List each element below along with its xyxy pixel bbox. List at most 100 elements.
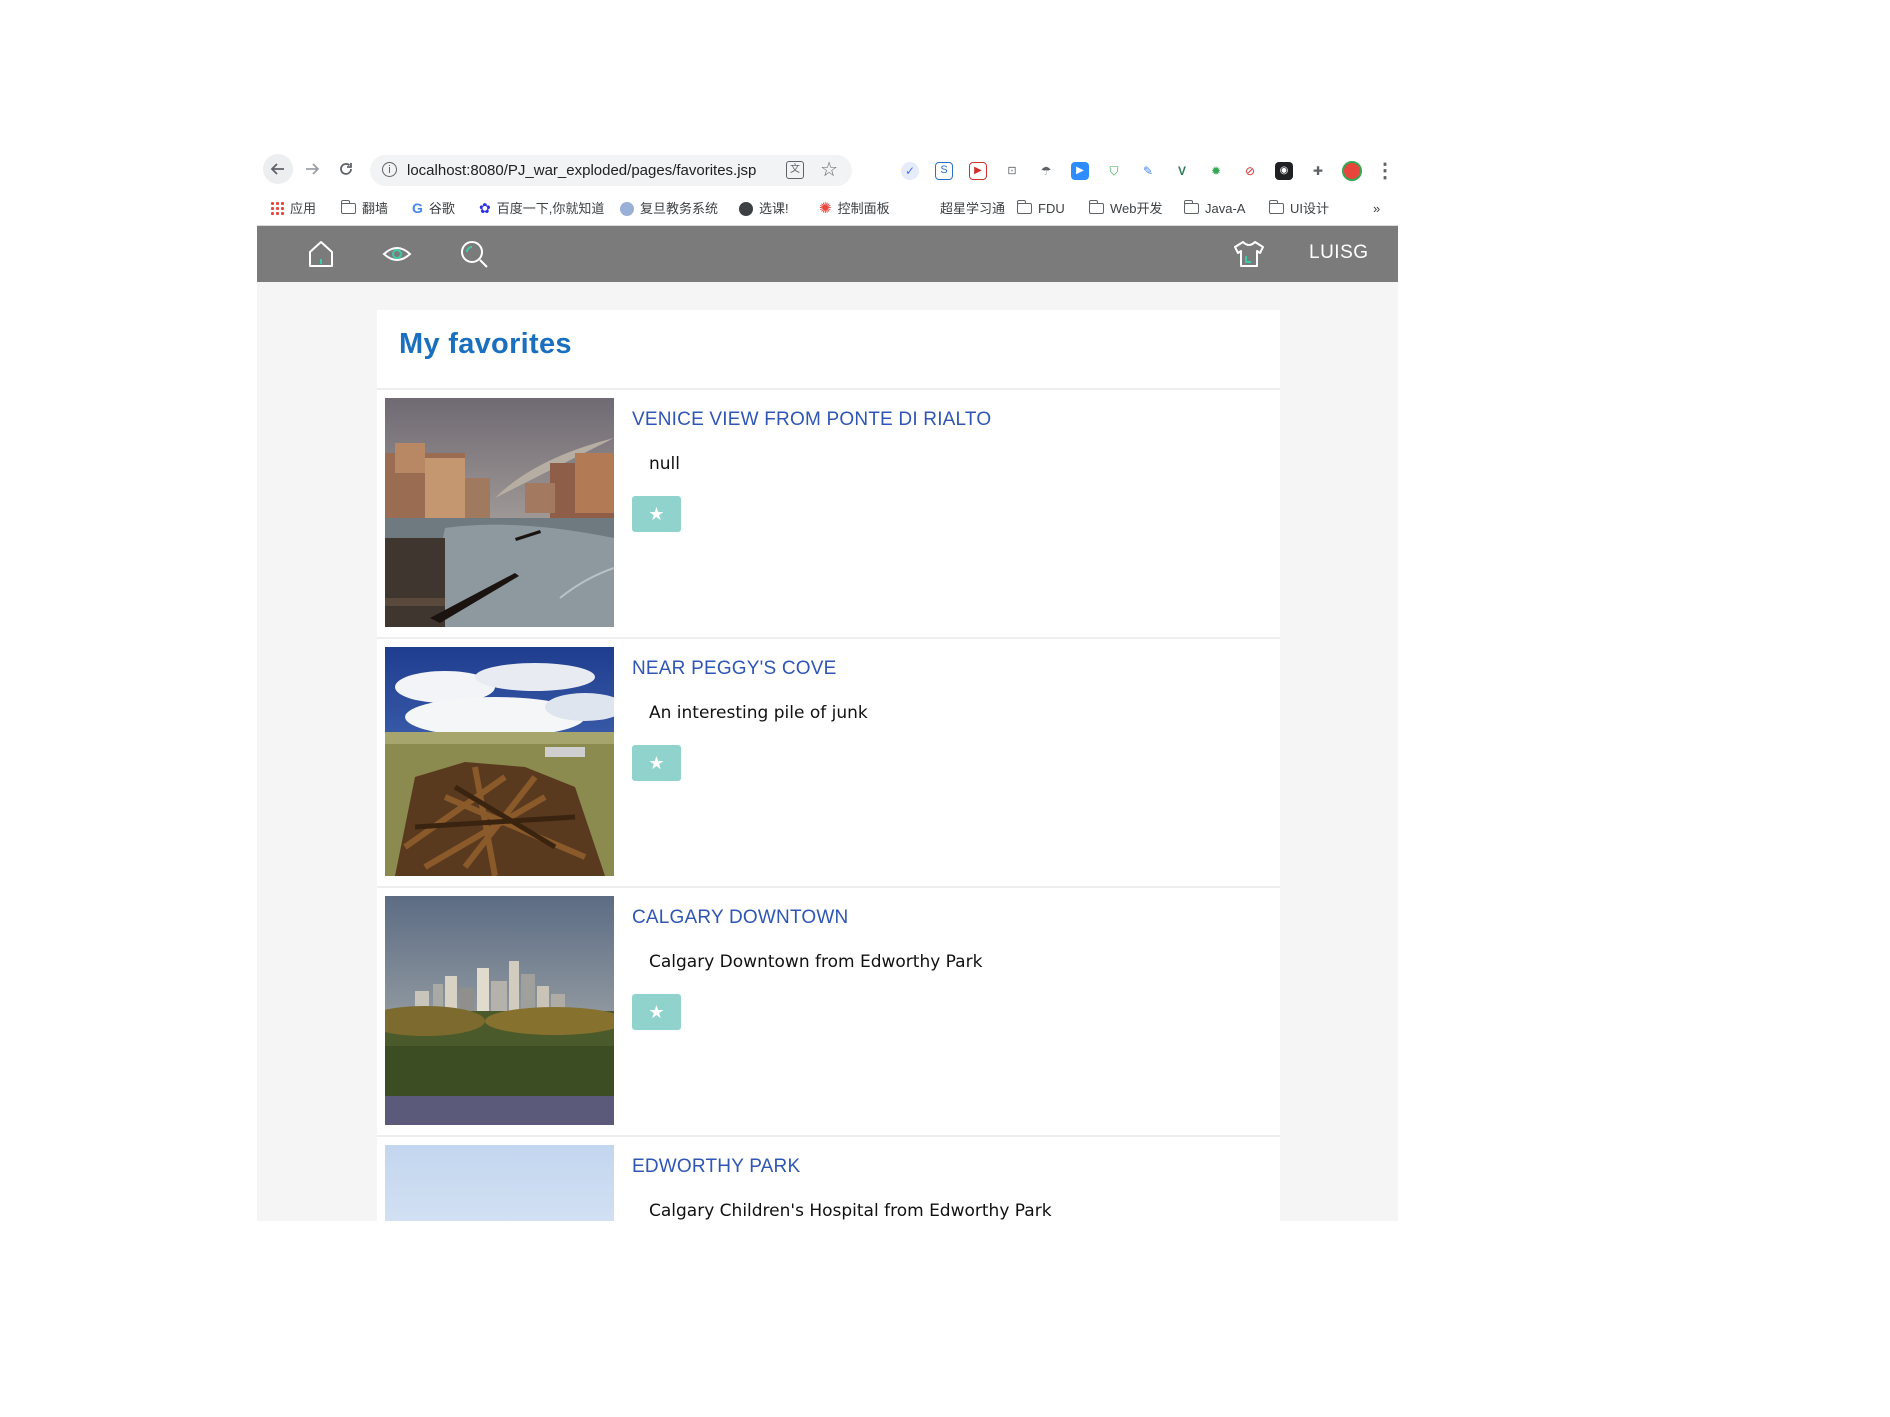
arrow-right-icon (306, 163, 320, 175)
favorite-title-link[interactable]: NEAR PEGGY'S COVE (632, 658, 836, 680)
folder-icon (1016, 200, 1032, 214)
reload-button[interactable] (331, 154, 361, 184)
profile-avatar[interactable] (1342, 161, 1362, 181)
extension-4-icon[interactable]: ⊡ (1003, 162, 1021, 180)
folder-icon (1183, 200, 1199, 214)
favorite-item: VENICE VIEW FROM PONTE DI RIALTO null ★ (377, 390, 1280, 639)
bookmark-label: 应用 (290, 201, 317, 216)
extension-5-icon[interactable]: ☂ (1037, 162, 1055, 180)
zoom-extension-icon[interactable]: ▶ (1071, 162, 1089, 180)
junk-pile-photo (385, 647, 614, 876)
address-bar[interactable]: i localhost:8080/PJ_war_exploded/pages/f… (370, 155, 852, 186)
folder-icon (340, 200, 356, 214)
home-icon[interactable] (306, 239, 336, 269)
bookmark-fdu[interactable]: FDU (1016, 192, 1065, 225)
bookmark-fudan[interactable]: 复旦教务系统 (620, 192, 718, 225)
favorite-title-link[interactable]: EDWORTHY PARK (632, 1156, 800, 1178)
bookmark-label: 控制面板 (837, 201, 890, 216)
bookmark-java-a[interactable]: Java-A (1183, 192, 1246, 225)
bookmark-label: Web开发 (1110, 201, 1163, 216)
unfavorite-button[interactable]: ★ (632, 994, 681, 1030)
globe-icon (739, 201, 753, 216)
site-navbar: LUISG (257, 226, 1398, 282)
bookmark-apps[interactable]: 应用 (271, 192, 316, 225)
favorite-description: null (649, 454, 680, 474)
user-name-link[interactable]: LUISG (1309, 226, 1369, 280)
url-text[interactable]: localhost:8080/PJ_war_exploded/pages/fav… (407, 155, 756, 186)
forward-button[interactable] (297, 154, 327, 184)
reload-icon (340, 163, 352, 175)
favorite-item: EDWORTHY PARK Calgary Children's Hospita… (377, 1137, 1280, 1221)
bookmark-baidu[interactable]: ✿ 百度一下,你就知道 (479, 192, 604, 225)
favorite-title-link[interactable]: CALGARY DOWNTOWN (632, 907, 848, 929)
bookmark-chaoxing[interactable]: 超星学习通 (940, 192, 1005, 225)
favorite-thumbnail[interactable] (385, 1145, 614, 1221)
bookmark-web-dev[interactable]: Web开发 (1088, 192, 1163, 225)
venice-photo (385, 398, 614, 627)
favorite-item: CALGARY DOWNTOWN Calgary Downtown from E… (377, 888, 1280, 1137)
extension-3-icon[interactable]: ▶ (969, 162, 987, 180)
bookmarks-overflow-button[interactable]: » (1373, 192, 1380, 225)
eye-icon[interactable] (382, 239, 412, 269)
bookmark-xuanke[interactable]: 选课! (739, 192, 789, 225)
bookmarks-bar: 应用 翻墙 G 谷歌 ✿ 百度一下,你就知道 复旦教务系统 选课! ✺ 控制面板… (257, 192, 1398, 226)
favorites-panel: My favorites VENICE VIEW FROM PONTE DI R… (377, 310, 1280, 1221)
star-icon: ★ (648, 503, 665, 524)
page-title: My favorites (399, 328, 572, 360)
bookmark-label: 百度一下,你就知道 (496, 201, 605, 216)
google-icon: G (412, 200, 423, 216)
back-button[interactable] (263, 154, 293, 184)
favorite-thumbnail[interactable] (385, 896, 614, 1125)
favorite-description: Calgary Children's Hospital from Edworth… (649, 1201, 1052, 1221)
puzzle-extensions-icon[interactable]: ✚ (1309, 162, 1327, 180)
bookmark-label: 复旦教务系统 (640, 201, 719, 216)
unfavorite-button[interactable]: ★ (632, 496, 681, 532)
translate-icon[interactable]: 文 (786, 161, 804, 179)
bookmark-label: 谷歌 (428, 201, 455, 216)
favorite-item: NEAR PEGGY'S COVE An interesting pile of… (377, 639, 1280, 888)
bookmark-label: FDU (1038, 201, 1065, 216)
star-icon: ★ (648, 1001, 665, 1022)
bookmark-label: 翻墙 (362, 201, 389, 216)
fudan-icon (620, 201, 634, 216)
arrow-left-icon (270, 163, 284, 175)
eyedropper-extension-icon[interactable]: ✎ (1139, 162, 1157, 180)
favorite-description: Calgary Downtown from Edworthy Park (649, 952, 983, 972)
folder-icon (1088, 200, 1104, 214)
calgary-skyline-photo (385, 896, 614, 1125)
bookmark-google[interactable]: G 谷歌 (412, 192, 455, 225)
shield-extension-icon[interactable]: ⛉ (1105, 162, 1123, 180)
search-icon[interactable] (459, 239, 489, 269)
unfavorite-button[interactable]: ★ (632, 745, 681, 781)
bookmark-star-icon[interactable]: ☆ (820, 157, 838, 182)
settings-icon: ✺ (819, 200, 832, 217)
browser-toolbar: i localhost:8080/PJ_war_exploded/pages/f… (257, 150, 1398, 192)
edworthy-park-photo (385, 1145, 614, 1221)
bookmark-label: UI设计 (1290, 201, 1330, 216)
favorite-thumbnail[interactable] (385, 398, 614, 627)
favorite-title-link[interactable]: VENICE VIEW FROM PONTE DI RIALTO (632, 409, 991, 431)
bookmark-fanqiang[interactable]: 翻墙 (340, 192, 389, 225)
block-extension-icon[interactable]: ⊘ (1241, 162, 1259, 180)
browser-menu-icon[interactable]: ⋮ (1375, 158, 1395, 183)
bookmark-control-panel[interactable]: ✺ 控制面板 (819, 192, 890, 225)
folder-icon (1268, 200, 1284, 214)
bookmark-label: 超星学习通 (940, 201, 1006, 216)
vue-extension-icon[interactable]: V (1173, 162, 1191, 180)
apps-grid-icon (271, 202, 284, 215)
bug-extension-icon[interactable]: ✹ (1207, 162, 1225, 180)
bookmark-label: 选课! (759, 201, 789, 216)
extension-2-icon[interactable]: S (935, 162, 953, 180)
browser-window: i localhost:8080/PJ_war_exploded/pages/f… (257, 150, 1398, 1221)
star-icon: ★ (648, 752, 665, 773)
favorite-description: An interesting pile of junk (649, 703, 868, 723)
extension-12-icon[interactable]: ◉ (1275, 162, 1293, 180)
bookmark-label: Java-A (1205, 201, 1246, 216)
baidu-icon: ✿ (479, 200, 491, 216)
bookmark-ui-design[interactable]: UI设计 (1268, 192, 1330, 225)
shirt-icon[interactable] (1232, 239, 1266, 269)
info-icon[interactable]: i (382, 162, 397, 177)
extension-1-icon[interactable]: ✓ (901, 162, 919, 180)
favorites-header: My favorites (377, 310, 1280, 390)
favorite-thumbnail[interactable] (385, 647, 614, 876)
